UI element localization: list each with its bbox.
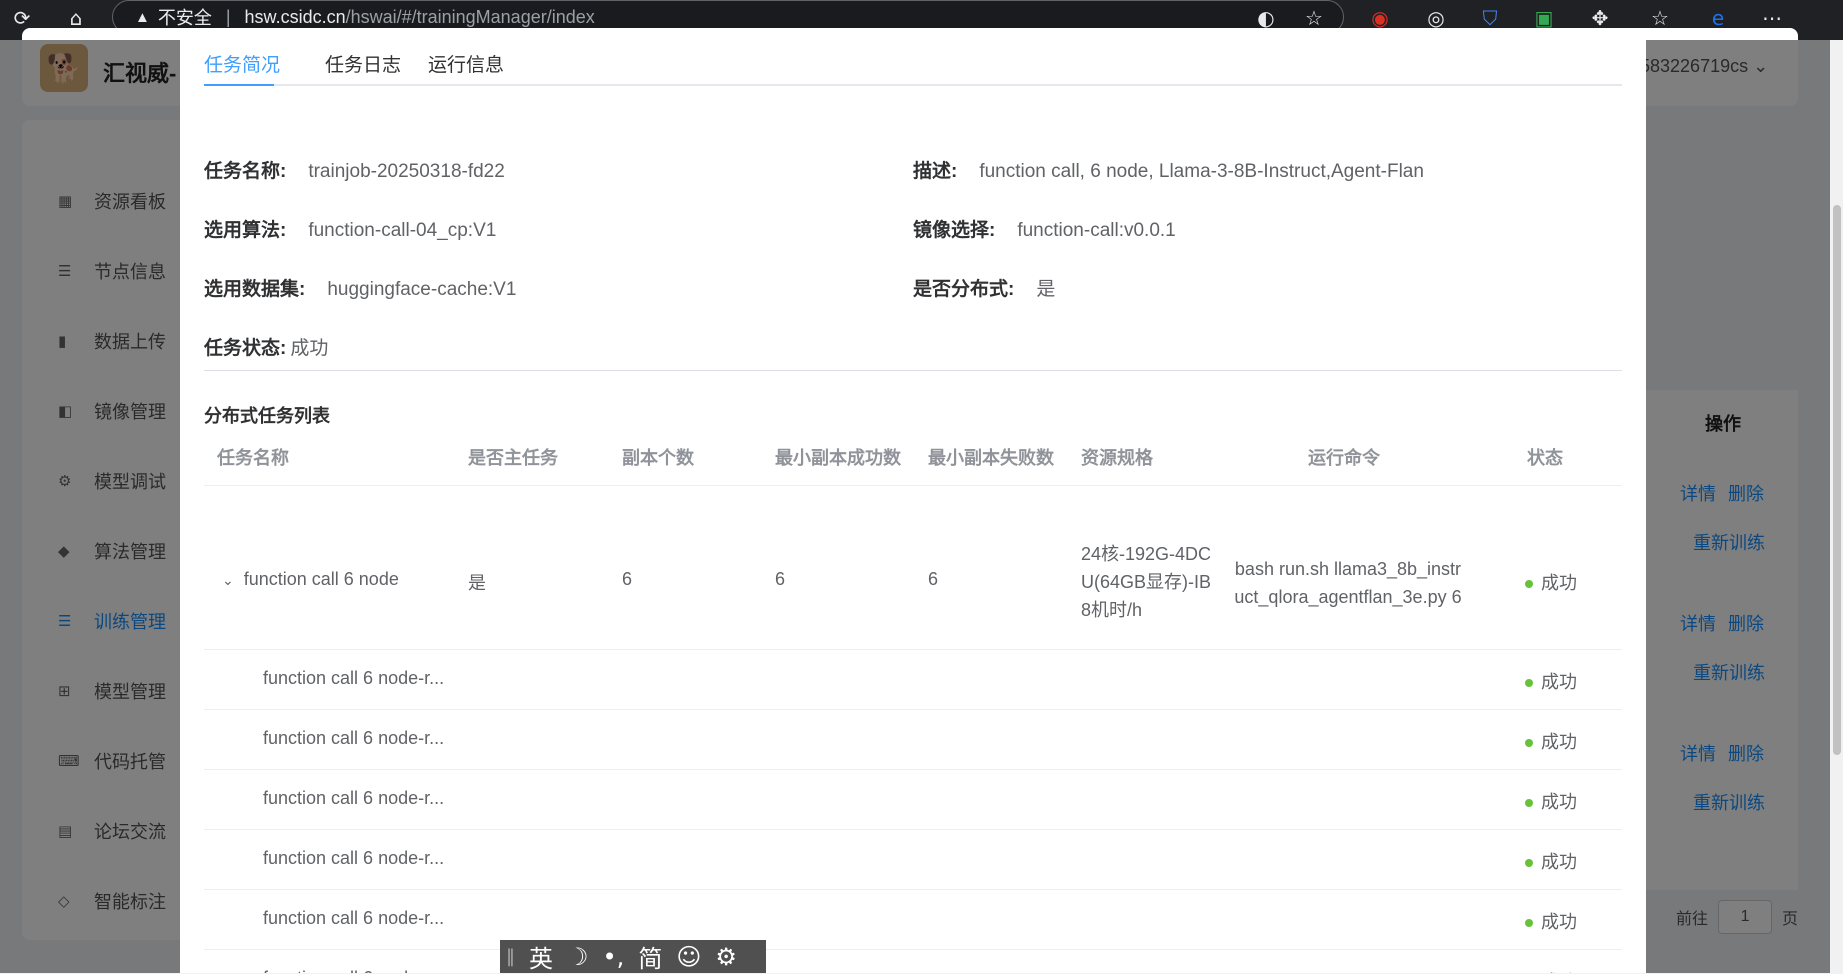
row-divider [204, 769, 1622, 770]
task-name-field: 任务名称: trainjob-20250318-fd22 [204, 156, 505, 183]
ime-drag-handle[interactable]: ‖ [506, 946, 515, 967]
status-dot [1525, 859, 1533, 868]
main-status: 成功 [1525, 569, 1577, 595]
status-dot [1525, 919, 1533, 928]
sub-status: 成功 [1525, 668, 1577, 694]
status-value: 成功 [290, 338, 329, 359]
main-task-name: function call 6 node [243, 569, 399, 589]
sub-status-text: 成功 [1541, 792, 1577, 812]
main-status-text: 成功 [1541, 573, 1577, 593]
sub-status-text: 成功 [1541, 912, 1577, 932]
dataset-field: 选用数据集: huggingface-cache:V1 [204, 274, 516, 301]
col-min-success: 最小副本成功数 [775, 448, 901, 468]
desc-value: function call, 6 node, Llama-3-8B-Instru… [979, 161, 1424, 182]
sub-task-name: function call 6 node-r... [263, 788, 445, 808]
modal-tabs: 任务简况 任务日志 运行信息 [204, 40, 1622, 86]
main-is-main: 是 [468, 573, 486, 593]
header-divider [204, 485, 1622, 486]
task-detail-modal: 任务简况 任务日志 运行信息 任务名称: trainjob-20250318-fd… [180, 40, 1646, 973]
sub-task-name: function call 6 node-r... [263, 848, 445, 868]
desc-label: 描述: [913, 161, 958, 182]
row-divider [204, 709, 1622, 710]
sub-status-text: 成功 [1541, 672, 1577, 692]
algo-value: function-call-04_cp:V1 [308, 220, 497, 241]
row-divider [204, 649, 1622, 650]
sub-task-name: function call 6 node-r... [263, 968, 444, 973]
url-host: hsw.csidc.cn [244, 6, 346, 27]
status-dot [1525, 799, 1533, 808]
chevron-down-icon[interactable]: ⌄ [222, 573, 234, 589]
distributed-label: 是否分布式: [913, 279, 1015, 300]
ime-toolbar[interactable]: ‖ 英 ☽ •, 简 ☺ ⚙ [500, 940, 766, 973]
status-dot [1525, 580, 1533, 589]
main-task-name-cell[interactable]: ⌄ function call 6 node [222, 569, 399, 590]
col-is-main: 是否主任务 [468, 448, 558, 468]
image-value: function-call:v0.0.1 [1017, 220, 1176, 241]
main-min-success: 6 [775, 569, 786, 589]
sub-status: 成功 [1525, 848, 1577, 874]
section-divider [204, 370, 1622, 371]
col-spec: 资源规格 [1081, 448, 1153, 468]
distributed-value: 是 [1036, 279, 1056, 300]
dataset-label: 选用数据集: [204, 279, 306, 300]
scrollbar-thumb[interactable] [1833, 205, 1841, 755]
distributed-field: 是否分布式: 是 [913, 274, 1055, 301]
tab-run-info[interactable]: 运行信息 [428, 50, 504, 77]
security-label: 不安全 [157, 8, 212, 28]
ime-emoji-icon[interactable]: ☺ [676, 943, 701, 971]
task-name-value: trainjob-20250318-fd22 [308, 161, 505, 182]
sub-status: 成功 [1525, 788, 1577, 814]
ime-simplified-icon[interactable]: 简 [638, 939, 662, 974]
ime-settings-icon[interactable]: ⚙ [715, 943, 737, 971]
main-command: bash run.sh llama3_8b_instruct_qlora_age… [1234, 559, 1462, 607]
tab-overview[interactable]: 任务简况 [204, 50, 280, 77]
sub-status: 成功 [1525, 908, 1577, 934]
ime-lang-icon[interactable]: 英 [529, 939, 553, 974]
image-label: 镜像选择: [913, 220, 996, 241]
sub-status-text: 成功 [1541, 852, 1577, 872]
col-command: 运行命令 [1308, 448, 1380, 468]
status-dot [1525, 679, 1533, 688]
row-divider [204, 829, 1622, 830]
row-divider [204, 889, 1622, 890]
active-tab-indicator [204, 84, 274, 86]
tab-log[interactable]: 任务日志 [325, 50, 401, 77]
status-dot [1525, 739, 1533, 748]
url-path: /hswai/#/trainingManager/index [345, 6, 595, 27]
main-min-fail: 6 [928, 569, 939, 589]
ime-moon-icon[interactable]: ☽ [567, 943, 589, 971]
main-spec: 24核-192G-4DCU(64GB显存)-IB 8机时/h [1081, 544, 1212, 620]
main-replicas: 6 [622, 569, 633, 589]
warning-icon: ▲ [135, 8, 150, 26]
desc-field: 描述: function call, 6 node, Llama-3-8B-Ins… [913, 156, 1424, 183]
algo-label: 选用算法: [204, 220, 287, 241]
ime-punct-icon[interactable]: •, [603, 943, 625, 971]
sub-status-text: 成功 [1541, 732, 1577, 752]
status-field: 任务状态: 成功 [204, 333, 328, 360]
sub-status: 成功 [1525, 968, 1577, 973]
col-task-name: 任务名称 [217, 448, 289, 468]
sub-task-name: function call 6 node-r... [263, 908, 445, 928]
col-min-fail: 最小副本失败数 [928, 448, 1054, 468]
image-field: 镜像选择: function-call:v0.0.1 [913, 215, 1176, 242]
distributed-list-title: 分布式任务列表 [204, 406, 330, 426]
address-separator: | [225, 6, 231, 27]
status-label: 任务状态: [204, 338, 287, 359]
sub-task-name: function call 6 node-r... [263, 728, 445, 748]
col-replicas: 副本个数 [622, 448, 694, 468]
dataset-value: huggingface-cache:V1 [327, 279, 517, 300]
task-name-label: 任务名称: [204, 161, 287, 182]
page-scrollbar[interactable] [1830, 40, 1843, 973]
col-status: 状态 [1527, 448, 1563, 468]
row-divider [204, 949, 1622, 950]
sub-task-name: function call 6 node-r... [263, 668, 445, 688]
algo-field: 选用算法: function-call-04_cp:V1 [204, 215, 496, 242]
sub-status: 成功 [1525, 728, 1577, 754]
